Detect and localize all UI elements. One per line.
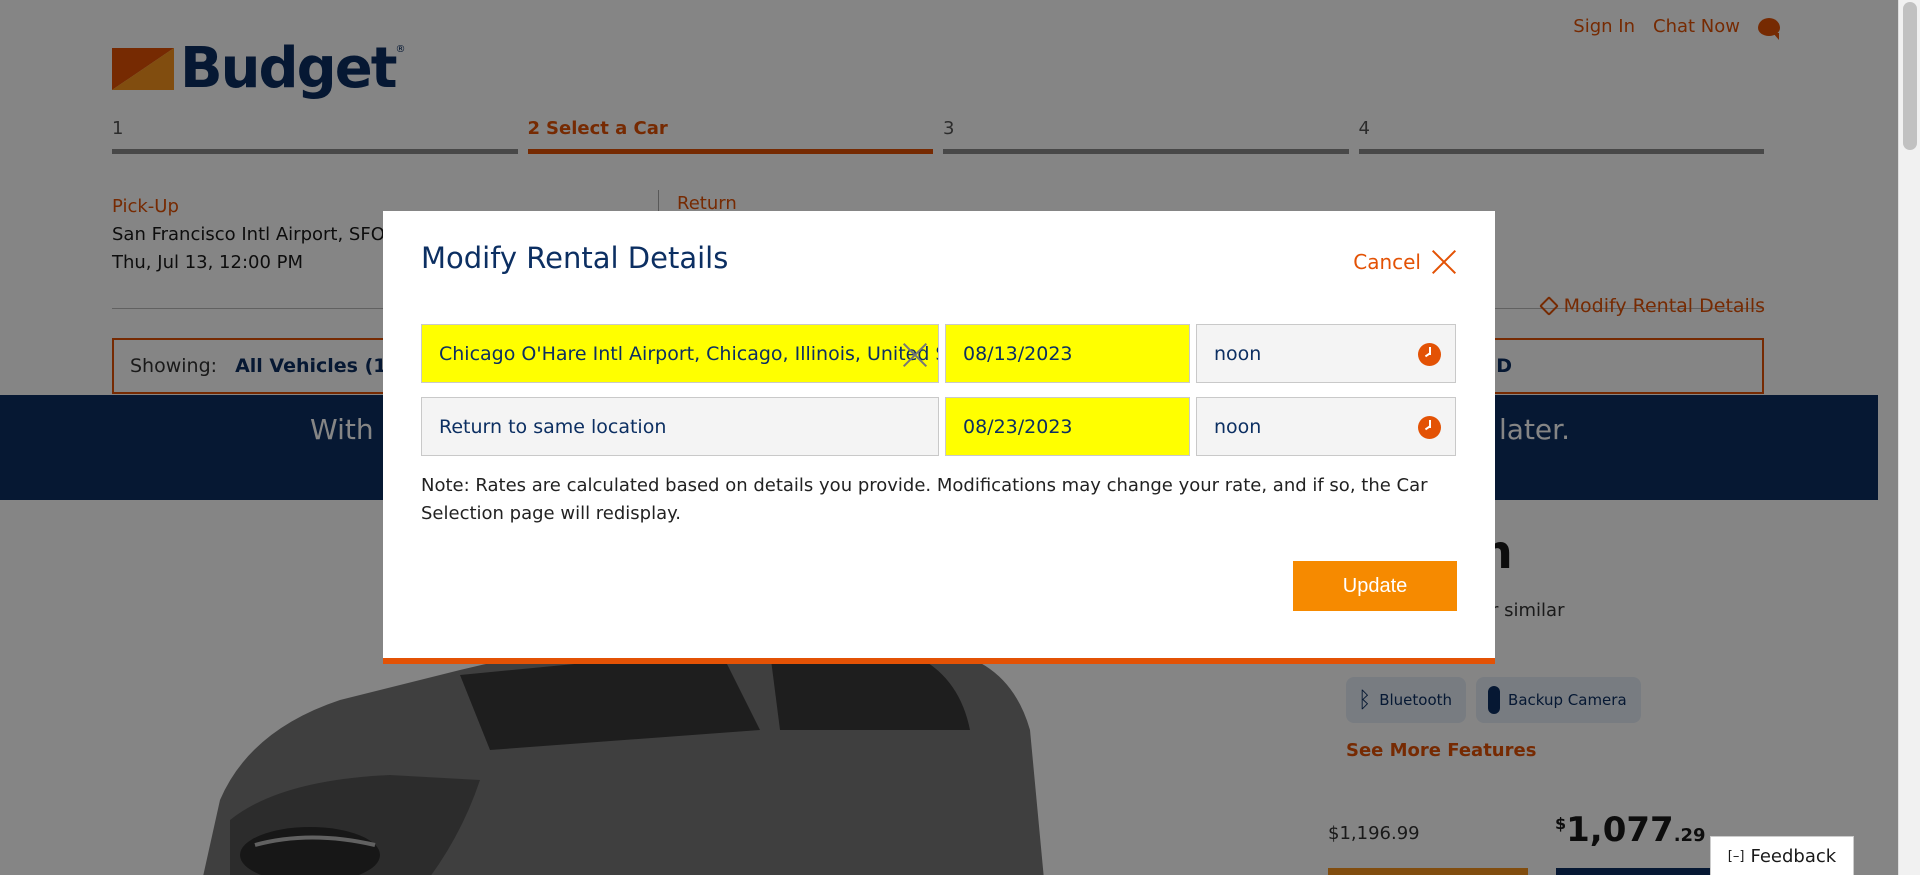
clock-icon[interactable] [1418,343,1441,366]
pickup-date-input[interactable]: 08/13/2023 [945,324,1190,383]
pickup-location-input[interactable]: Chicago O'Hare Intl Airport, Chicago, Il… [421,324,939,383]
feedback-toggle[interactable]: [–] [1728,849,1745,864]
return-time-value: noon [1214,415,1262,438]
rate-note: Note: Rates are calculated based on deta… [421,475,1428,524]
pickup-date-value: 08/13/2023 [963,342,1073,365]
pickup-location-value: Chicago O'Hare Intl Airport, Chicago, Il… [439,342,939,365]
cancel-button[interactable]: Cancel [1353,249,1457,275]
pickup-time-value: noon [1214,342,1262,365]
pickup-time-select[interactable]: noon [1196,324,1456,383]
return-date-value: 08/23/2023 [963,415,1073,438]
close-icon[interactable] [1431,249,1457,275]
return-date-input[interactable]: 08/23/2023 [945,397,1190,456]
clock-icon[interactable] [1418,416,1441,439]
scrollbar-thumb[interactable] [1903,2,1917,150]
return-time-select[interactable]: noon [1196,397,1456,456]
feedback-label: Feedback [1750,845,1837,867]
cancel-label: Cancel [1353,250,1421,274]
update-button[interactable]: Update [1293,561,1457,611]
feedback-button[interactable]: [–] Feedback [1710,836,1854,875]
return-location-input[interactable]: Return to same location [421,397,939,456]
clear-location-icon[interactable] [902,342,928,368]
modify-rental-modal: Modify Rental Details Cancel Chicago O'H… [383,211,1495,664]
return-location-value: Return to same location [439,415,667,438]
page-scrollbar[interactable] [1898,0,1920,875]
modal-title: Modify Rental Details [421,241,729,275]
